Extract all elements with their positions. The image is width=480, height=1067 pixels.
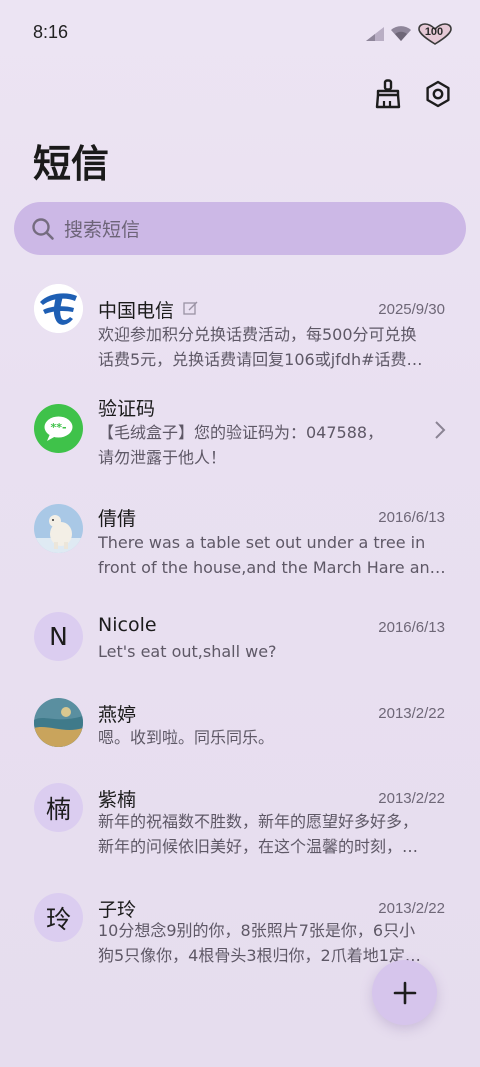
polar-bear-image (34, 504, 83, 553)
message-preview: 新年的祝福数不胜数，新年的愿望好多好多， 新年的问候依旧美好，在这个温馨的时刻，… (98, 809, 446, 859)
message-preview: 嗯。收到啦。同乐同乐。 (98, 725, 446, 750)
contact-avatar-photo (34, 504, 83, 553)
preview-line-1: 嗯。收到啦。同乐同乐。 (98, 728, 275, 747)
contact-avatar-letter: 玲 (34, 893, 83, 942)
china-telecom-logo-icon (34, 284, 83, 333)
preview-line-1: 欢迎参加积分兑换话费活动，每500分可兑换 (98, 325, 417, 344)
contact-name: 验证码 (98, 398, 156, 420)
compose-button[interactable] (372, 960, 437, 1025)
search-icon (32, 217, 54, 240)
preview-line-2: front of the house,and the March Hare an… (98, 558, 446, 577)
contact-avatar-letter: N (34, 612, 83, 661)
message-date: 2025/9/30 (378, 301, 445, 318)
contact-name: 倩倩 (98, 508, 137, 530)
message-date: 2013/2/22 (378, 900, 445, 917)
chevron-right-icon (435, 421, 446, 439)
message-date: 2016/6/13 (378, 509, 445, 526)
conversation-item[interactable]: N Nicole 2016/6/13 Let's eat out,shall w… (0, 612, 480, 688)
battery-indicator: 100 (418, 23, 452, 45)
preview-line-1: 【毛绒盒子】您的验证码为：047588， (98, 423, 384, 442)
conversation-item[interactable]: 倩倩 2016/6/13 There was a table set out u… (0, 502, 480, 602)
conversation-item[interactable]: **- 验证码 【毛绒盒子】您的验证码为：047588， 请勿泄露于他人！ (0, 392, 480, 492)
status-bar: 8:16 100 (0, 0, 480, 68)
svg-text:**-: **- (50, 421, 66, 434)
message-preview: There was a table set out under a tree i… (98, 530, 446, 580)
contact-name: 燕婷 (98, 704, 137, 726)
wifi-icon (391, 26, 411, 41)
contact-avatar-photo (34, 698, 83, 747)
status-icons: 100 (366, 22, 452, 46)
search-placeholder: 搜索短信 (64, 219, 141, 241)
conversation-item[interactable]: 楠 紫楠 2013/2/22 新年的祝福数不胜数，新年的愿望好多好多， 新年的问… (0, 783, 480, 883)
message-preview: 【毛绒盒子】您的验证码为：047588， 请勿泄露于他人！ (98, 420, 398, 470)
page-title: 短信 (33, 142, 110, 186)
message-date: 2013/2/22 (378, 705, 445, 722)
verification-code-avatar: **- (34, 404, 83, 453)
broom-icon (375, 79, 401, 109)
preview-line-2: 请勿泄露于他人！ (98, 448, 227, 467)
plus-icon (393, 981, 416, 1004)
message-date: 2016/6/13 (378, 619, 445, 636)
contact-avatar-letter: 楠 (34, 783, 83, 832)
header-actions (372, 78, 454, 110)
preview-line-2: 话费5元，兑换话费请回复106或jfdh#话费… (98, 350, 423, 369)
preview-line-1: 10分想念9别的你，8张照片7张是你，6只小 (98, 921, 416, 940)
landscape-image (34, 698, 83, 747)
message-preview: Let's eat out,shall we? (98, 639, 446, 664)
china-telecom-avatar (34, 284, 83, 333)
contact-name: 紫楠 (98, 789, 137, 811)
gear-icon (426, 80, 450, 108)
search-bar[interactable]: 搜索短信 (14, 202, 466, 255)
preview-line-2: 新年的问候依旧美好，在这个温馨的时刻，… (98, 837, 419, 856)
edit-note-icon (183, 301, 198, 315)
message-preview: 欢迎参加积分兑换话费活动，每500分可兑换 话费5元，兑换话费请回复106或jf… (98, 322, 446, 372)
contact-name: 中国电信 (98, 300, 175, 322)
preview-line-1: Let's eat out,shall we? (98, 642, 277, 661)
message-date: 2013/2/22 (378, 790, 445, 807)
settings-button[interactable] (422, 78, 454, 110)
battery-level: 100 (424, 26, 444, 38)
status-time: 8:16 (33, 22, 69, 42)
clean-button[interactable] (372, 78, 404, 110)
chat-bubble-icon: **- (44, 416, 73, 441)
preview-line-1: 新年的祝福数不胜数，新年的愿望好多好多， (98, 812, 419, 831)
conversation-item[interactable]: 燕婷 2013/2/22 嗯。收到啦。同乐同乐。 (0, 698, 480, 774)
contact-name: Nicole (98, 614, 157, 636)
preview-line-1: There was a table set out under a tree i… (98, 533, 426, 552)
conversation-item[interactable]: 中国电信 2025/9/30 欢迎参加积分兑换话费活动，每500分可兑换 话费5… (0, 282, 480, 382)
signal-icon (366, 27, 384, 41)
